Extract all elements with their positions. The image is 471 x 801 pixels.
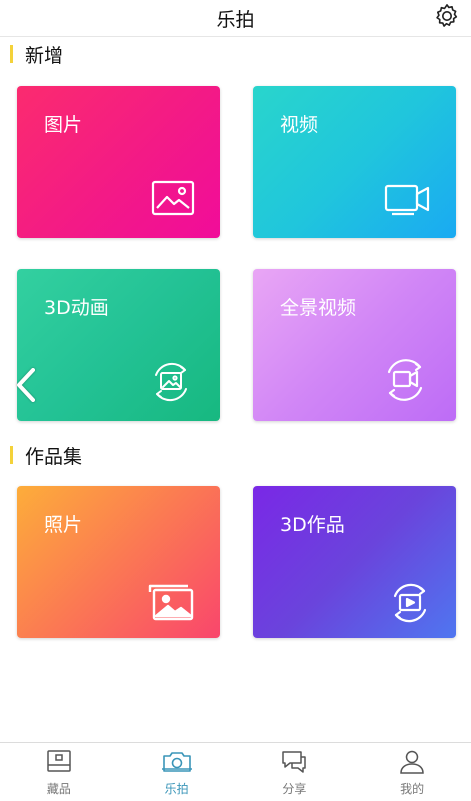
tab-lepai-label: 乐拍 bbox=[164, 782, 189, 796]
section-marker bbox=[10, 446, 13, 464]
rotate-play-icon bbox=[393, 583, 427, 623]
section-new-label: 新增 bbox=[25, 44, 64, 67]
page-title: 乐拍 bbox=[216, 9, 255, 31]
gear-icon[interactable] bbox=[433, 2, 461, 30]
bottom-tab-bar: 藏品 乐拍 分享 我的 bbox=[0, 742, 471, 801]
section-marker bbox=[10, 45, 13, 63]
share-chat-icon bbox=[282, 751, 307, 773]
tab-collection[interactable]: 藏品 bbox=[0, 743, 118, 801]
works-3d-card[interactable]: 3D作品 bbox=[253, 486, 456, 638]
video-camera-icon bbox=[384, 184, 430, 216]
works-photos-label: 照片 bbox=[44, 514, 83, 536]
tab-share-label: 分享 bbox=[282, 782, 307, 796]
rotate-video-icon bbox=[387, 359, 423, 401]
section-new-title: 新增 bbox=[10, 43, 64, 67]
user-icon bbox=[400, 750, 424, 774]
tab-me[interactable]: 我的 bbox=[353, 743, 471, 801]
new-3d-animation-card[interactable]: 3D动画 bbox=[17, 269, 220, 421]
new-image-card[interactable]: 图片 bbox=[17, 86, 220, 238]
works-photos-card[interactable]: 照片 bbox=[17, 486, 220, 638]
new-panorama-video-label: 全景视频 bbox=[280, 297, 357, 319]
new-video-card[interactable]: 视频 bbox=[253, 86, 456, 238]
tab-collection-label: 藏品 bbox=[46, 782, 71, 796]
image-icon bbox=[151, 180, 195, 216]
camera-icon bbox=[161, 752, 192, 772]
rotate-image-icon bbox=[155, 362, 187, 402]
new-image-label: 图片 bbox=[44, 114, 83, 136]
tab-lepai[interactable]: 乐拍 bbox=[118, 743, 236, 801]
new-panorama-video-card[interactable]: 全景视频 bbox=[253, 269, 456, 421]
works-3d-label: 3D作品 bbox=[280, 514, 345, 536]
tab-share[interactable]: 分享 bbox=[236, 743, 354, 801]
section-works-title: 作品集 bbox=[10, 444, 83, 468]
collection-icon bbox=[47, 750, 71, 772]
tab-me-label: 我的 bbox=[400, 782, 425, 796]
photo-stack-icon bbox=[148, 584, 194, 621]
app-header: 乐拍 bbox=[0, 0, 471, 37]
new-3d-animation-label: 3D动画 bbox=[44, 297, 109, 319]
new-video-label: 视频 bbox=[280, 114, 319, 136]
section-works-label: 作品集 bbox=[25, 445, 83, 468]
chevron-left-icon[interactable] bbox=[11, 366, 41, 404]
